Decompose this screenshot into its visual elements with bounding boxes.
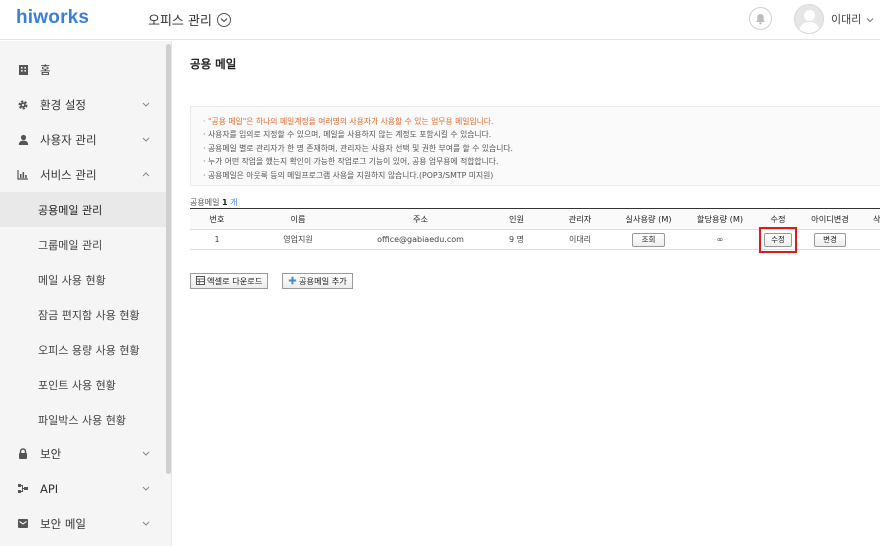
notice-box: · "공용 메일"은 하나의 메일계정을 여러명의 사용자가 사용할 수 있는 … <box>190 106 880 186</box>
sidebar-item-label: 사용자 관리 <box>40 132 97 147</box>
add-shared-mail-label: 공용메일 추가 <box>299 276 347 286</box>
notice-line: · 공용메일 별로 관리자가 한 명 존재하며, 관리자는 사용자 선택 및 권… <box>203 143 514 153</box>
shared-mail-count: 공용메일 1 개 <box>190 198 238 207</box>
page-title: 공용 메일 <box>190 57 237 71</box>
cell-manager: 이대리 <box>568 235 592 244</box>
sidebar-item-label: 홈 <box>40 62 51 77</box>
table-row: 1 영업지원 office@gabiaedu.com 9 명 이대리 조회 ∞ … <box>190 230 880 250</box>
mail-icon <box>16 517 30 531</box>
sidebar-subitem-group-mail[interactable]: 그룹메일 관리 <box>0 227 166 262</box>
sidebar-item-secure-mail[interactable]: 보안 메일 <box>0 506 166 541</box>
sidebar-scrollbar[interactable] <box>166 44 171 474</box>
usage-view-button[interactable]: 조회 <box>631 232 666 247</box>
sidebar-item-security[interactable]: 보안 <box>0 436 166 471</box>
sidebar-item-label: 보안 <box>40 446 62 461</box>
notice-line: · "공용 메일"은 하나의 메일계정을 여러명의 사용자가 사용할 수 있는 … <box>203 117 494 126</box>
add-shared-mail-button[interactable]: 공용메일 추가 <box>282 273 353 289</box>
chart-icon <box>16 168 30 182</box>
sidebar-item-settings[interactable]: 환경 설정 <box>0 87 166 122</box>
chevron-down-icon <box>141 134 151 144</box>
sidebar-subitem-shared-mail[interactable]: 공용메일 관리 <box>0 192 166 227</box>
notice-line: · 공용메일은 아웃룩 등의 메일프로그램 사용을 지원하지 않습니다.(POP… <box>203 170 494 180</box>
cell-usage: 조회 <box>616 230 681 249</box>
sidebar-item-label: API <box>40 481 59 496</box>
cell-id-change: 변경 <box>797 230 863 249</box>
column-header: 관리자 <box>568 214 592 224</box>
column-header: 할당용량 (M) <box>696 214 744 224</box>
user-menu[interactable]: 이대리 <box>831 11 874 27</box>
sidebar-item-service-admin[interactable]: 서비스 관리 <box>0 157 166 192</box>
sidebar-item-home[interactable]: 홈 <box>0 52 166 87</box>
excel-icon <box>196 275 205 287</box>
sidebar-item-label: 서비스 관리 <box>40 167 97 182</box>
office-admin-menu[interactable]: 오피스 관리 <box>148 10 231 29</box>
sidebar-item-label: 보안 메일 <box>40 516 86 531</box>
add-icon <box>288 276 297 287</box>
gear-icon <box>16 98 30 112</box>
id-change-button[interactable]: 변경 <box>814 232 846 247</box>
cell-edit: 수정 <box>759 230 797 249</box>
table-header-row: 번호 이름 주소 인원 관리자 실사용량 (M) 할당용량 (M) 수정 아이디… <box>190 209 880 230</box>
sidebar-item-label: 환경 설정 <box>40 97 86 112</box>
chevron-down-icon <box>141 483 151 493</box>
sidebar-subitem-point-usage[interactable]: 포인트 사용 현황 <box>0 367 166 402</box>
shared-mail-table: 번호 이름 주소 인원 관리자 실사용량 (M) 할당용량 (M) 수정 아이디… <box>190 208 880 250</box>
column-header: 삭 <box>873 214 880 224</box>
cell-members: 9 명 <box>509 235 524 244</box>
chevron-down-icon <box>141 448 151 458</box>
lock-icon <box>16 447 30 461</box>
column-header: 이름 <box>290 214 306 224</box>
column-header: 주소 <box>412 214 429 224</box>
sidebar-subitem-office-storage-usage[interactable]: 오피스 용량 사용 현황 <box>0 332 166 367</box>
sidebar-subitem-filebox-usage[interactable]: 파일박스 사용 현황 <box>0 402 166 437</box>
sidebar: 홈 환경 설정 사용자 관리 서비스 관리 공용메일 관리 그룹메일 관리 메일… <box>0 41 172 546</box>
column-header: 번호 <box>209 214 225 224</box>
column-header: 아이디변경 <box>811 214 849 224</box>
user-icon <box>16 133 30 147</box>
cell-quota: ∞ <box>716 235 724 244</box>
edit-button[interactable]: 수정 <box>764 232 792 247</box>
column-header: 실사용량 (M) <box>625 214 672 224</box>
sidebar-item-api[interactable]: API <box>0 471 166 506</box>
api-icon <box>16 482 30 496</box>
office-admin-title: 오피스 관리 <box>148 14 212 29</box>
chevron-down-icon <box>141 518 151 528</box>
column-header: 수정 <box>770 214 786 224</box>
avatar[interactable] <box>794 4 824 34</box>
sidebar-subitem-mail-usage[interactable]: 메일 사용 현황 <box>0 262 166 297</box>
top-bar: hiworks 오피스 관리 이대리 <box>0 0 880 40</box>
sidebar-subitem-locked-mailbox-usage[interactable]: 잠금 편지함 사용 현황 <box>0 297 166 332</box>
chevron-down-icon <box>866 13 874 26</box>
cell-name: 영업지원 <box>283 235 313 244</box>
building-icon <box>16 63 30 77</box>
cell-address: office@gabiaedu.com <box>377 235 464 244</box>
notice-line: · 사용자를 임의로 지정할 수 있으며, 메일을 사용하지 않는 계정도 포함… <box>203 130 492 140</box>
notice-line: · 누가 어떤 작업을 했는지 확인이 가능한 작업로그 기능이 있어, 공용 … <box>203 157 499 167</box>
column-header: 인원 <box>508 214 525 224</box>
sidebar-item-user-admin[interactable]: 사용자 관리 <box>0 122 166 157</box>
main-content: 공용 메일 · "공용 메일"은 하나의 메일계정을 여러명의 사용자가 사용할… <box>172 41 880 546</box>
chevron-down-icon <box>141 99 151 109</box>
cell-no: 1 <box>214 235 220 244</box>
excel-download-button[interactable]: 엑셀로 다운로드 <box>190 273 269 289</box>
hiworks-logo[interactable]: hiworks <box>16 7 89 29</box>
excel-download-label: 엑셀로 다운로드 <box>207 276 263 286</box>
user-name: 이대리 <box>831 13 862 26</box>
chevron-down-icon <box>216 12 231 27</box>
chevron-up-icon <box>141 169 151 179</box>
notification-bell-icon[interactable] <box>749 7 772 30</box>
